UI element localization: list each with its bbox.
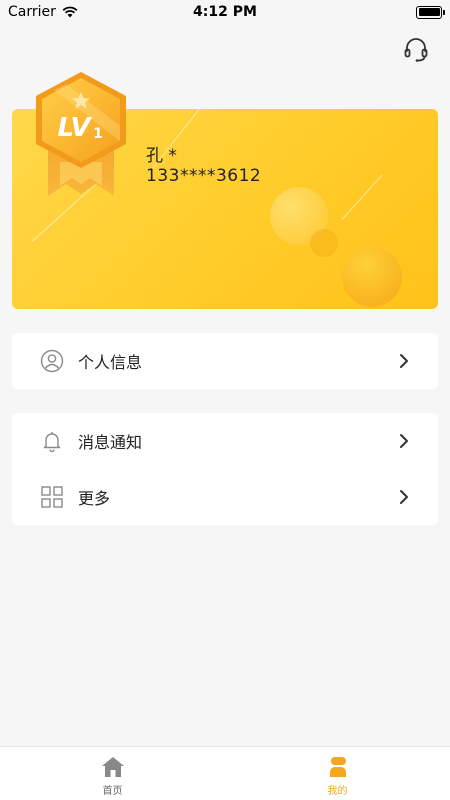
menu-item-label: 更多 bbox=[78, 489, 111, 508]
card-decoration bbox=[341, 174, 383, 220]
bell-icon bbox=[40, 429, 64, 453]
user-name: 孔 * bbox=[146, 146, 177, 166]
carrier-label: Carrier bbox=[8, 4, 56, 20]
tab-home[interactable]: 首页 bbox=[0, 747, 225, 800]
menu-group-profile: 个人信息 bbox=[12, 333, 438, 389]
tab-mine[interactable]: 我的 bbox=[225, 747, 450, 800]
level-text: LV bbox=[57, 113, 92, 143]
battery-icon bbox=[416, 5, 445, 19]
card-bubble bbox=[342, 247, 402, 307]
status-left: Carrier bbox=[8, 4, 78, 20]
chevron-right-icon bbox=[400, 490, 408, 504]
menu-item-more[interactable]: 更多 bbox=[12, 469, 438, 525]
wifi-icon bbox=[62, 6, 78, 18]
menu-item-personal-info[interactable]: 个人信息 bbox=[12, 333, 438, 389]
card-bubble bbox=[310, 229, 338, 257]
user-phone: 133****3612 bbox=[146, 166, 262, 186]
menu-item-label: 个人信息 bbox=[78, 353, 143, 372]
tab-bar: 首页 我的 bbox=[0, 746, 450, 800]
chevron-right-icon bbox=[400, 354, 408, 368]
menu-item-notifications[interactable]: 消息通知 bbox=[12, 413, 438, 469]
tab-label: 首页 bbox=[102, 785, 123, 797]
tab-label: 我的 bbox=[327, 785, 348, 797]
user-icon bbox=[40, 349, 64, 373]
menu-group-settings: 消息通知 更多 bbox=[12, 413, 438, 525]
home-icon bbox=[101, 756, 124, 777]
status-bar: Carrier 4:12 PM bbox=[0, 0, 450, 24]
headset-icon[interactable] bbox=[402, 36, 430, 64]
grid-icon bbox=[40, 485, 64, 509]
level-badge-icon: LV 1 bbox=[36, 72, 126, 196]
menu-item-label: 消息通知 bbox=[78, 433, 143, 452]
profile-icon bbox=[329, 756, 346, 777]
chevron-right-icon bbox=[400, 434, 408, 448]
level-number: 1 bbox=[93, 126, 103, 142]
